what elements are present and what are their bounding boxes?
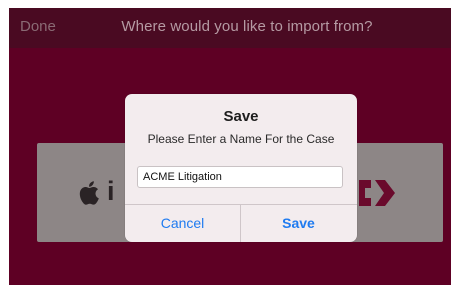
page-title-text: Where would you like to import from? <box>121 18 373 35</box>
import-logo-icon <box>357 176 397 210</box>
page-title: Where would you like to import from? <box>9 18 451 35</box>
save-button[interactable]: Save <box>241 205 356 242</box>
import-screen: Done Where would you like to import from… <box>9 8 451 285</box>
dialog-title: Save <box>223 108 259 125</box>
apple-icon <box>79 179 103 205</box>
apple-source-label: i <box>107 176 115 206</box>
navigation-bar: Done Where would you like to import from… <box>9 8 451 48</box>
cancel-button[interactable]: Cancel <box>125 205 240 242</box>
case-name-input[interactable] <box>137 166 343 188</box>
dialog-message: Please Enter a Name For the Case <box>147 132 335 146</box>
save-dialog: Save Please Enter a Name For the Case Ca… <box>125 94 357 242</box>
